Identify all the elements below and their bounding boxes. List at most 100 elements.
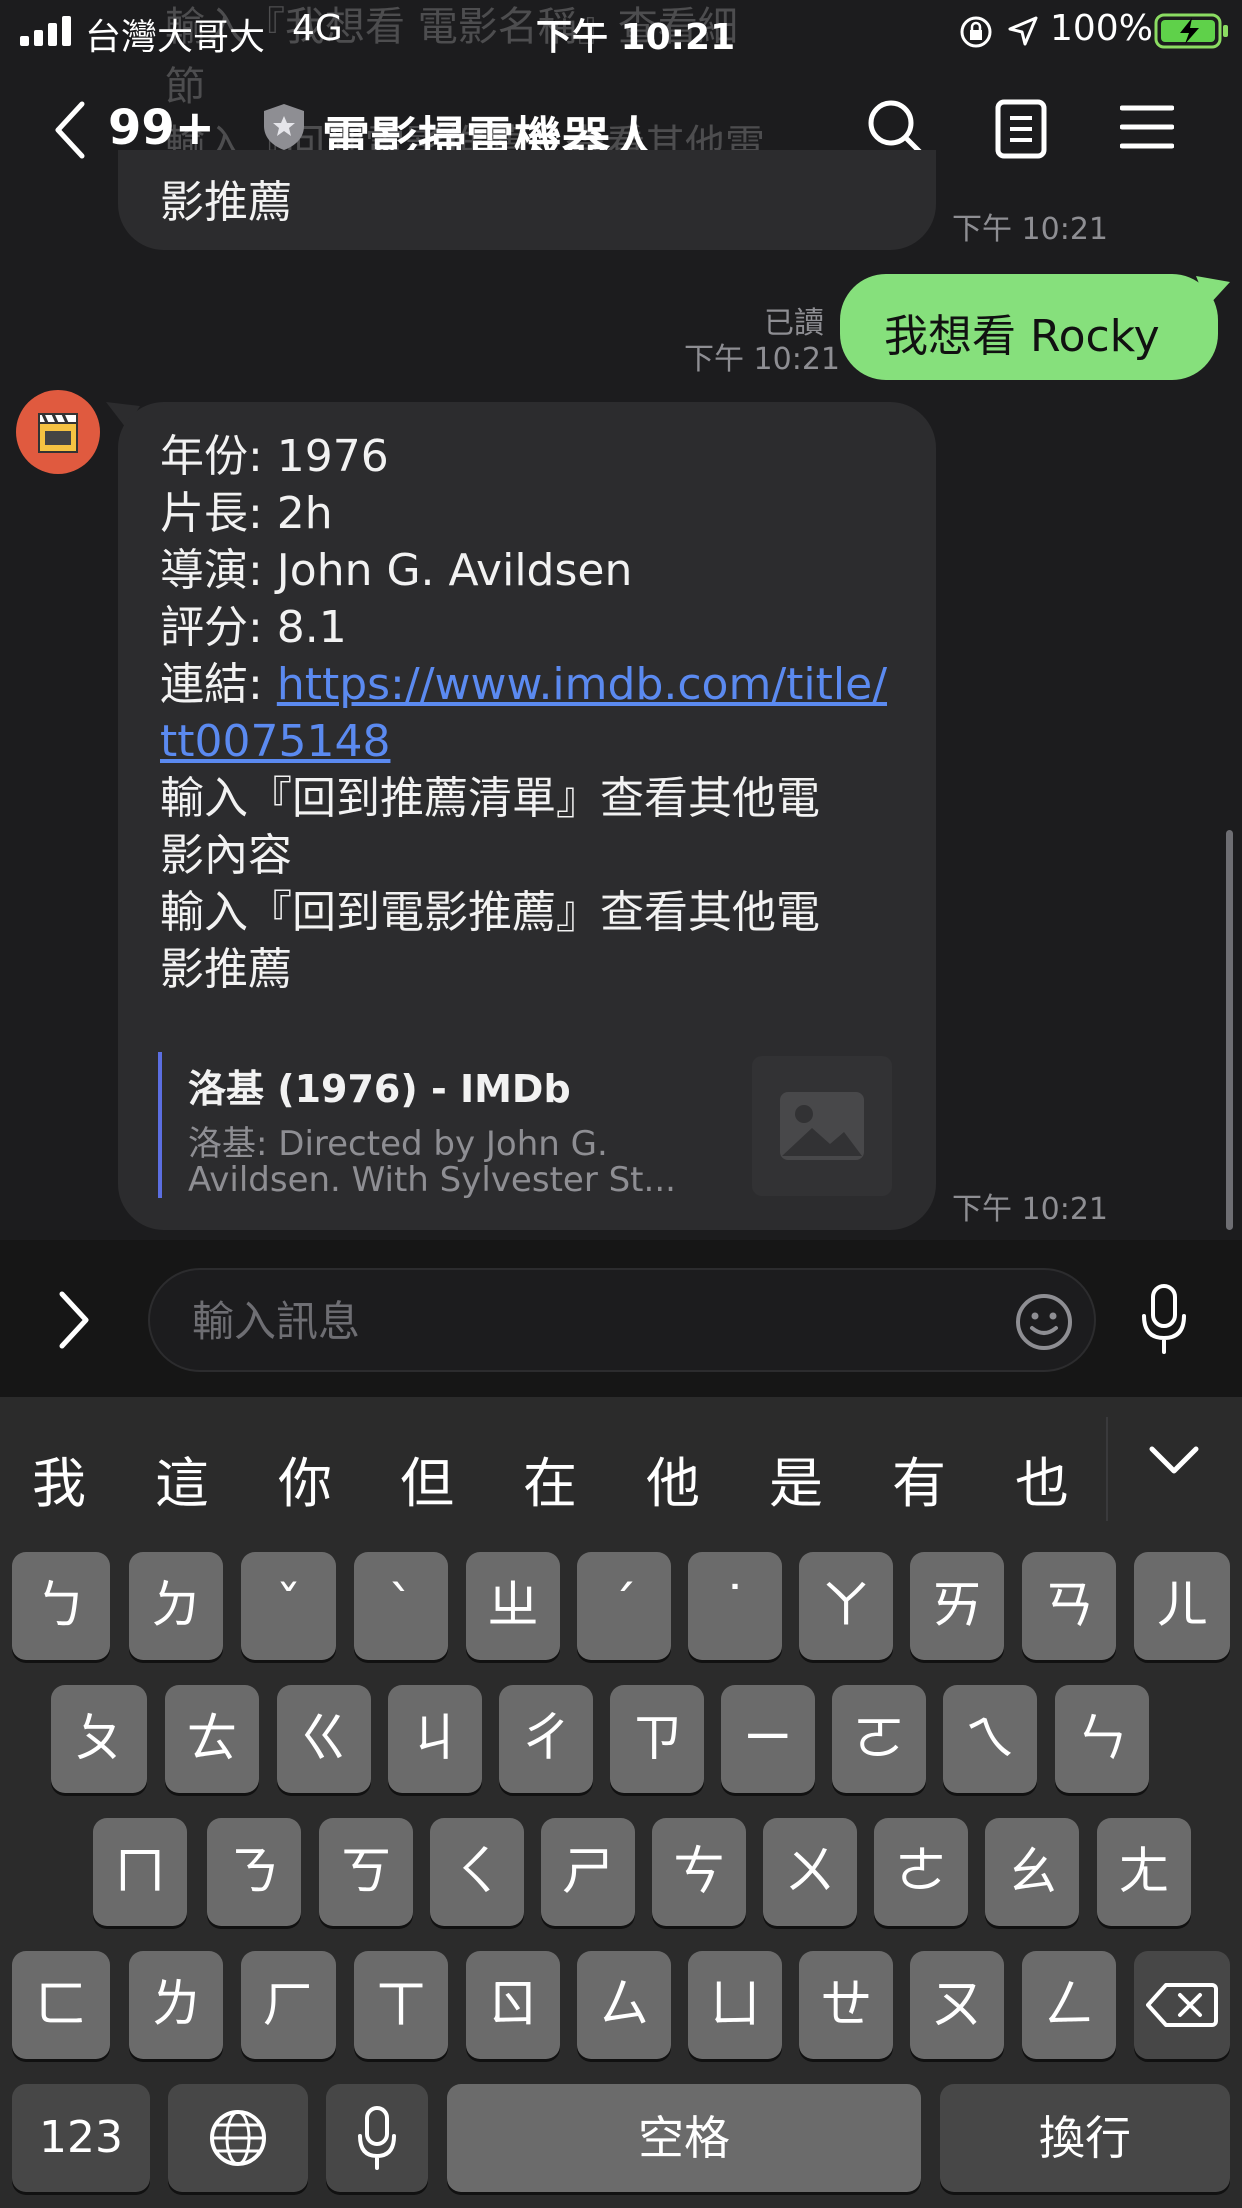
image-placeholder-icon [780,1092,864,1160]
bubble-tail [1196,276,1230,306]
key[interactable]: ㄗ [610,1685,704,1793]
instruction-line: 輸入『回到電影推薦』查看其他電 [160,887,820,938]
candidate-word[interactable]: 這 [155,1439,209,1518]
key[interactable]: ㄓ [466,1552,560,1660]
candidate-divider [1106,1417,1108,1521]
key[interactable]: ㄢ [1022,1552,1116,1660]
key[interactable]: ˊ [577,1552,671,1660]
key[interactable]: ㄌ [129,1951,223,2059]
message-time: 下午 10:21 [952,1192,1108,1227]
key[interactable]: ㄋ [207,1818,301,1926]
globe-key[interactable] [168,2084,308,2192]
key[interactable]: ˇ [241,1552,336,1660]
rating-line: 評分: 8.1 [160,602,347,653]
globe-icon [210,2110,266,2166]
candidate-word[interactable]: 但 [400,1439,454,1518]
previous-message-bubble: 影推薦 [118,150,936,250]
candidate-word[interactable]: 也 [1015,1439,1069,1518]
key[interactable]: ㄅ [12,1552,110,1660]
key[interactable]: ㄨ [763,1818,857,1926]
key[interactable]: ㄞ [910,1552,1004,1660]
key[interactable]: ㄎ [319,1818,413,1926]
preview-thumbnail [752,1056,892,1196]
search-icon[interactable] [866,98,926,158]
key[interactable]: ㄜ [874,1818,968,1926]
imdb-link[interactable]: https://www.imdb.com/title/ [277,659,887,710]
key[interactable]: ㄏ [241,1951,336,2059]
clapperboard-icon [38,413,78,453]
key[interactable]: ㄥ [1022,1951,1116,2059]
key[interactable]: ㄈ [12,1951,110,2059]
bot-message-bubble: 年份: 1976 片長: 2h 導演: John G. Avildsen 評分:… [118,402,936,1230]
emoji-icon[interactable] [1014,1292,1074,1352]
key[interactable]: ㄟ [943,1685,1037,1793]
key[interactable]: ㄧ [721,1685,815,1793]
key[interactable]: ㄑ [430,1818,524,1926]
instruction-line: 輸入『回到推薦清單』查看其他電 [160,773,820,824]
key[interactable]: ㄇ [93,1818,187,1926]
return-key[interactable]: 換行 [940,2084,1230,2192]
notes-icon[interactable] [994,98,1050,160]
instruction-line: 影推薦 [160,944,292,995]
link-line: 連結: https://www.imdb.com/title/ [160,656,887,713]
key[interactable]: ㄤ [1097,1818,1191,1926]
dictation-key[interactable] [326,2084,428,2192]
orientation-lock-icon [960,16,992,48]
key[interactable]: ㄍ [277,1685,371,1793]
key[interactable]: ㄝ [799,1951,893,2059]
key[interactable]: ㄔ [499,1685,593,1793]
preview-accent-bar [158,1052,162,1198]
unread-count: 99+ [108,100,216,156]
key[interactable]: ˋ [354,1552,448,1660]
key[interactable]: ˙ [688,1552,782,1660]
key[interactable]: ㄖ [466,1951,560,2059]
key[interactable]: ㄦ [1134,1552,1230,1660]
message-input[interactable] [190,1270,994,1372]
chat-scrollbar[interactable] [1226,830,1233,1230]
location-icon [1008,16,1038,46]
backspace-key[interactable] [1134,1951,1230,2059]
key[interactable]: ㄐ [388,1685,482,1793]
key[interactable]: ㄘ [652,1818,746,1926]
candidate-word[interactable]: 你 [278,1439,332,1518]
microphone-icon[interactable] [1136,1282,1192,1358]
key[interactable]: ㄙ [577,1951,671,2059]
key[interactable]: ㄚ [799,1552,893,1660]
space-key[interactable]: 空格 [447,2084,921,2192]
candidate-word[interactable]: 我 [32,1439,86,1518]
chevron-down-icon[interactable] [1148,1443,1200,1477]
key[interactable]: ㄕ [541,1818,635,1926]
candidate-word[interactable]: 他 [646,1439,700,1518]
expand-chevron-icon[interactable] [54,1290,94,1350]
message-time: 下午 10:21 [684,342,840,377]
candidate-word[interactable]: 有 [892,1439,946,1518]
instruction-line: 影內容 [160,830,292,881]
faded-message-line: 輸入『我想看 電影名稱』查看細 [165,4,738,50]
key[interactable]: ㄠ [985,1818,1079,1926]
backspace-icon [1146,1983,1218,2027]
outgoing-message-bubble[interactable]: 我想看 Rocky [840,274,1218,380]
preview-description: Avildsen. With Sylvester St... [188,1160,676,1200]
bot-avatar[interactable] [16,390,100,474]
battery-charging-icon [1154,13,1228,49]
numbers-key[interactable]: 123 [12,2084,150,2192]
key[interactable]: ㄉ [129,1552,223,1660]
director-line: 導演: John G. Avildsen [160,545,633,596]
link-preview-card[interactable]: 洛基 (1976) - IMDb 洛基: Directed by John G.… [158,1052,898,1200]
link-label: 連結: [160,659,277,710]
candidate-word[interactable]: 在 [523,1439,577,1518]
message-input-bar [0,1240,1242,1397]
key[interactable]: ㄡ [910,1951,1004,2059]
key[interactable]: ㄊ [165,1685,259,1793]
menu-icon[interactable] [1120,104,1174,150]
chevron-left-icon [55,101,85,159]
key[interactable]: ㄆ [51,1685,147,1793]
key[interactable]: ㄣ [1055,1685,1149,1793]
key[interactable]: ㄛ [832,1685,926,1793]
zhuyin-keyboard: 我 這 你 但 在 他 是 有 也 ㄅ ㄉ ˇ ˋ ㄓ ˊ ˙ ㄚ ㄞ ㄢ ㄦ … [0,1397,1242,2208]
microphone-icon [358,2106,396,2170]
candidate-word[interactable]: 是 [769,1439,823,1518]
key[interactable]: ㄩ [688,1951,782,2059]
key[interactable]: ㄒ [354,1951,448,2059]
imdb-link-continued[interactable]: tt0075148 [160,713,390,770]
